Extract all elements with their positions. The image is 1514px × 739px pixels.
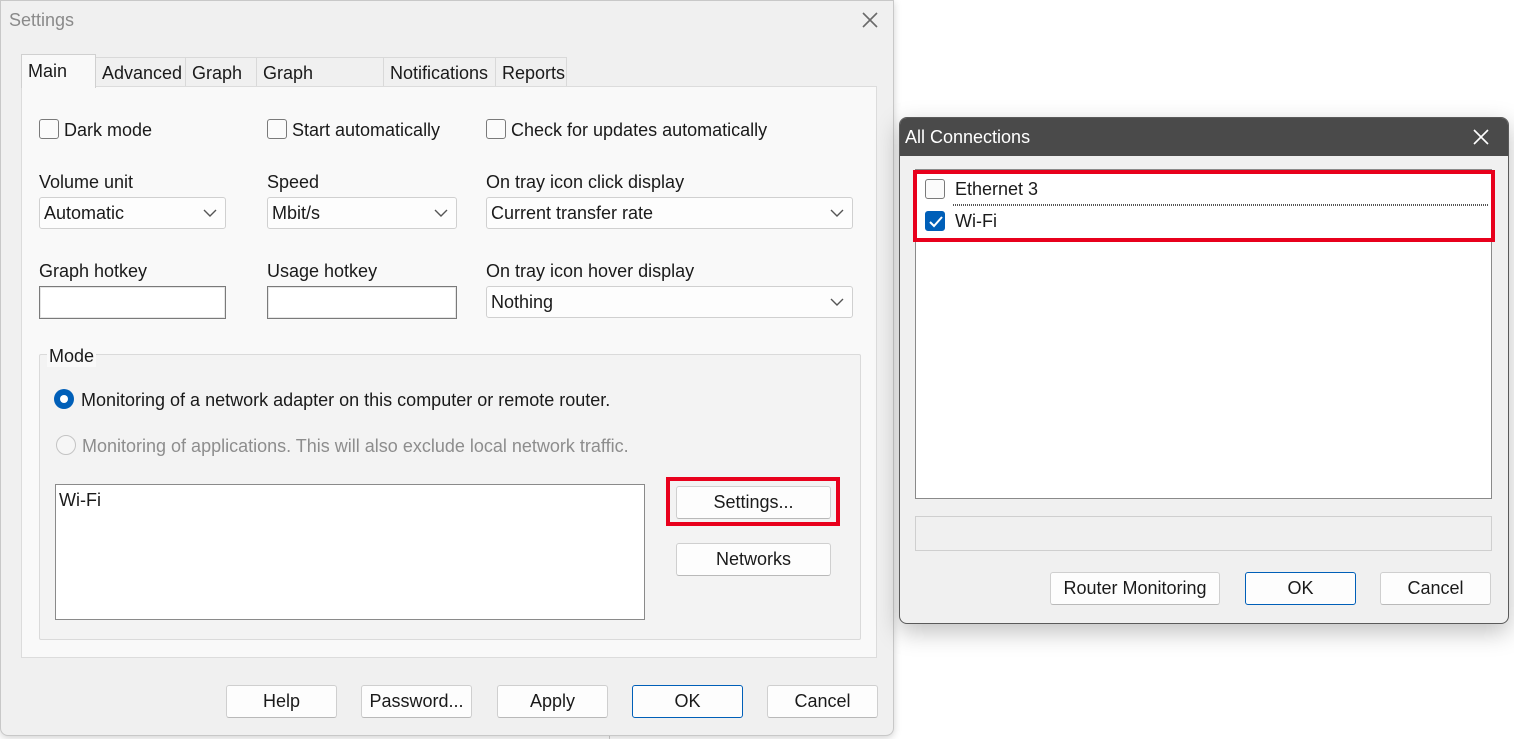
tab-graph[interactable]: Graph — [185, 57, 257, 87]
highlight-connections-list — [913, 170, 1495, 242]
tray-hover-select[interactable]: Nothing — [486, 286, 853, 318]
connections-cancel-button[interactable]: Cancel — [1380, 572, 1491, 605]
graph-hotkey-input[interactable] — [39, 286, 226, 319]
password-button[interactable]: Password... — [361, 685, 472, 718]
cancel-button[interactable]: Cancel — [767, 685, 878, 718]
close-icon[interactable] — [857, 7, 883, 33]
apply-button[interactable]: Apply — [497, 685, 608, 718]
volume-unit-select[interactable]: Automatic — [39, 197, 226, 229]
tray-hover-label: On tray icon hover display — [486, 261, 695, 281]
dark-mode-checkbox[interactable] — [39, 119, 59, 139]
adapter-listbox[interactable]: Wi-Fi — [55, 484, 645, 620]
status-field — [915, 516, 1492, 551]
tray-click-select[interactable]: Current transfer rate — [486, 197, 853, 229]
adapter-mode-radio[interactable] — [54, 389, 74, 409]
all-connections-window: All Connections Ethernet 3 Wi-Fi Router … — [899, 117, 1509, 624]
chevron-down-icon — [830, 298, 844, 306]
adapter-settings-button[interactable]: Settings... — [676, 486, 831, 519]
speed-select[interactable]: Mbit/s — [267, 197, 457, 229]
close-icon[interactable] — [1468, 124, 1494, 150]
speed-label: Speed — [267, 172, 320, 192]
chevron-down-icon — [830, 209, 844, 217]
start-automatically-label: Start automatically — [292, 120, 441, 140]
tab-main[interactable]: Main — [21, 54, 96, 88]
all-connections-title: All Connections — [905, 127, 1031, 147]
settings-window: Settings Main Advanced Graph Graph Colou… — [0, 0, 894, 736]
ok-button[interactable]: OK — [632, 685, 743, 718]
check-updates-checkbox[interactable] — [486, 119, 506, 139]
apps-mode-label: Monitoring of applications. This will al… — [82, 436, 629, 456]
tray-click-label: On tray icon click display — [486, 172, 685, 192]
tab-advanced[interactable]: Advanced — [95, 57, 186, 87]
router-monitoring-button[interactable]: Router Monitoring — [1050, 572, 1220, 605]
help-button[interactable]: Help — [226, 685, 337, 718]
apps-mode-radio[interactable] — [56, 435, 76, 455]
usage-hotkey-input[interactable] — [267, 286, 457, 319]
volume-unit-label: Volume unit — [39, 172, 134, 192]
tab-graph-colours[interactable]: Graph Colours — [256, 57, 384, 113]
connections-ok-button[interactable]: OK — [1245, 572, 1356, 605]
tab-reports[interactable]: Reports — [495, 57, 567, 87]
settings-window-title: Settings — [9, 10, 75, 30]
networks-button[interactable]: Networks — [676, 543, 831, 576]
graph-hotkey-label: Graph hotkey — [39, 261, 148, 281]
list-item[interactable]: Wi-Fi — [59, 490, 101, 511]
adapter-mode-label: Monitoring of a network adapter on this … — [81, 390, 611, 410]
dark-mode-label: Dark mode — [64, 120, 153, 140]
chevron-down-icon — [203, 209, 217, 217]
usage-hotkey-label: Usage hotkey — [267, 261, 378, 281]
mode-group-title: Mode — [47, 346, 97, 367]
check-updates-label: Check for updates automatically — [511, 120, 768, 140]
chevron-down-icon — [434, 209, 448, 217]
tab-notifications[interactable]: Notifications — [383, 57, 496, 87]
start-automatically-checkbox[interactable] — [267, 119, 287, 139]
